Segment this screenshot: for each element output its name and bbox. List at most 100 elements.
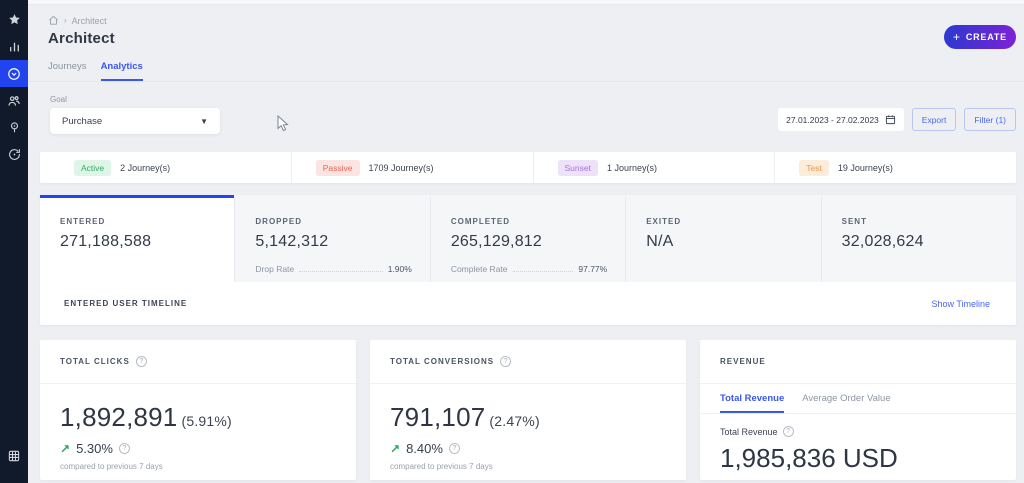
goal-select[interactable]: Purchase ▼ — [50, 108, 220, 134]
metric-rate-row: Drop Rate 1.90% — [255, 264, 429, 274]
tab-journeys[interactable]: Journeys — [48, 61, 87, 81]
card-body: 791,107 (2.47%) ↗ 8.40% ? compared to pre… — [370, 384, 686, 471]
page-title: Architect — [48, 30, 115, 47]
revenue-card: REVENUE Total Revenue Average Order Valu… — [700, 340, 1016, 480]
value: 791,107 — [390, 402, 486, 432]
status-cell-test[interactable]: Test 19 Journey(s) — [774, 152, 1016, 183]
sidebar-item-history[interactable] — [0, 141, 28, 168]
card-title: TOTAL CLICKS — [60, 357, 130, 366]
status-cell-passive[interactable]: Passive 1709 Journey(s) — [290, 152, 533, 183]
card-title: REVENUE — [720, 357, 766, 366]
create-button[interactable]: + CREATE — [944, 25, 1016, 49]
filter-row: Purchase ▼ 27.01.2023 - 27.02.2023 Expor… — [28, 108, 1024, 138]
home-icon[interactable] — [48, 15, 59, 26]
sidebar-item-apps[interactable] — [0, 442, 28, 469]
value-percentage: (5.91%) — [181, 413, 232, 429]
metric-tab-sent[interactable]: SENT 32,028,624 — [820, 195, 1017, 282]
toolbar-right: 27.01.2023 - 27.02.2023 Export Filter (1… — [778, 108, 1016, 131]
metric-value: 32,028,624 — [841, 233, 924, 250]
top-strip — [28, 0, 1024, 5]
metric-tab-completed[interactable]: COMPLETED 265,129,812 Complete Rate 97.7… — [429, 195, 626, 282]
revenue-metric-label: Total Revenue ? — [720, 426, 996, 437]
trend-up-arrow-icon: ↗ — [60, 441, 71, 456]
header-divider — [28, 81, 1024, 82]
sidebar-item-journeys[interactable] — [0, 60, 28, 87]
tab-average-order-value[interactable]: Average Order Value — [802, 384, 890, 413]
show-timeline-link[interactable]: Show Timeline — [931, 299, 990, 309]
status-badge: Test — [799, 159, 829, 176]
total-clicks-card: TOTAL CLICKS ? 1,892,891 (5.91%) ↗ 5.30% … — [40, 340, 356, 480]
sidebar-item-audience[interactable] — [0, 87, 28, 114]
help-icon[interactable]: ? — [448, 443, 460, 454]
sidebar-item-ideas[interactable] — [0, 114, 28, 141]
tab-total-revenue[interactable]: Total Revenue — [720, 384, 785, 413]
value-percentage: (2.47%) — [489, 413, 540, 429]
metrics-panel: ENTERED 271,188,588 DROPPED 5,142,312 Dr… — [40, 195, 1017, 325]
card-header: REVENUE — [700, 340, 1016, 384]
trend-row: ↗ 5.30% ? — [60, 441, 336, 456]
metric-tabs: ENTERED 271,188,588 DROPPED 5,142,312 Dr… — [40, 195, 1017, 282]
kpi-cards-row: TOTAL CLICKS ? 1,892,891 (5.91%) ↗ 5.30% … — [40, 340, 1016, 480]
card-body: Total Revenue ? 1,985,836 USD — [700, 426, 1016, 474]
trend-value: 8.40% — [406, 441, 443, 456]
journeys-icon — [7, 67, 21, 81]
compare-text: compared to previous 7 days — [390, 462, 493, 471]
status-cell-sunset[interactable]: Sunset 1 Journey(s) — [532, 152, 775, 183]
help-icon[interactable]: ? — [500, 356, 512, 367]
trend-row: ↗ 8.40% ? — [390, 441, 666, 456]
journey-status-row: Active 2 Journey(s) Passive 1709 Journey… — [40, 152, 1016, 183]
audience-icon — [7, 94, 21, 108]
breadcrumb-item[interactable]: Architect — [72, 16, 107, 26]
sidebar-item-favorites[interactable] — [0, 6, 28, 33]
idea-icon — [8, 121, 21, 134]
dotted-leader — [299, 271, 383, 272]
metric-value: 271,188,588 — [60, 233, 152, 250]
chevron-down-icon: ▼ — [200, 116, 208, 126]
metric-value: 265,129,812 — [450, 233, 542, 250]
revenue-tabs: Total Revenue Average Order Value — [700, 384, 1016, 414]
export-button[interactable]: Export — [911, 108, 957, 131]
total-clicks-value: 1,892,891 (5.91%) — [60, 402, 336, 433]
timeline-strip: ENTERED USER TIMELINE Show Timeline — [40, 282, 1016, 325]
card-header: TOTAL CLICKS ? — [40, 340, 356, 384]
create-button-label: CREATE — [965, 32, 1007, 42]
filter-button[interactable]: Filter (1) — [964, 108, 1016, 131]
status-badge: Passive — [315, 159, 360, 176]
rate-label: Complete Rate — [450, 264, 508, 274]
status-cell-active[interactable]: Active 2 Journey(s) — [40, 152, 291, 183]
tab-analytics[interactable]: Analytics — [100, 61, 143, 81]
sidebar-item-analytics[interactable] — [0, 33, 28, 60]
trend-up-arrow-icon: ↗ — [390, 441, 401, 456]
total-revenue-value: 1,985,836 USD — [720, 443, 898, 473]
calendar-icon — [885, 114, 896, 125]
date-range-picker[interactable]: 27.01.2023 - 27.02.2023 — [778, 108, 904, 131]
metric-label: EXITED — [646, 217, 682, 226]
metric-label: DROPPED — [255, 217, 302, 226]
metric-value: N/A — [646, 233, 674, 250]
help-icon[interactable]: ? — [782, 426, 794, 437]
metric-tab-dropped[interactable]: DROPPED 5,142,312 Drop Rate 1.90% — [234, 195, 430, 282]
goal-label: Goal — [50, 95, 67, 104]
date-range-value: 27.01.2023 - 27.02.2023 — [786, 114, 879, 125]
help-icon[interactable]: ? — [135, 356, 147, 367]
metric-tab-entered[interactable]: ENTERED 271,188,588 — [40, 195, 235, 282]
card-title: TOTAL CONVERSIONS — [390, 357, 495, 366]
status-count: 1709 Journey(s) — [368, 162, 434, 173]
sidebar — [0, 0, 28, 483]
rate-label: Drop Rate — [255, 264, 295, 274]
label: Total Revenue — [720, 426, 778, 437]
metric-tab-exited[interactable]: EXITED N/A — [625, 195, 821, 282]
apps-icon — [7, 449, 21, 463]
help-icon[interactable]: ? — [118, 443, 130, 454]
value: 1,892,891 — [60, 402, 178, 432]
history-icon — [8, 148, 21, 161]
dotted-leader — [512, 271, 574, 272]
plus-icon: + — [953, 30, 961, 44]
star-icon — [8, 13, 21, 26]
status-badge: Active — [74, 159, 112, 176]
status-badge: Sunset — [557, 159, 598, 176]
card-body: 1,892,891 (5.91%) ↗ 5.30% ? compared to p… — [40, 384, 356, 471]
rate-value: 1.90% — [387, 264, 412, 274]
metric-label: SENT — [841, 217, 867, 226]
timeline-label: ENTERED USER TIMELINE — [64, 299, 188, 308]
